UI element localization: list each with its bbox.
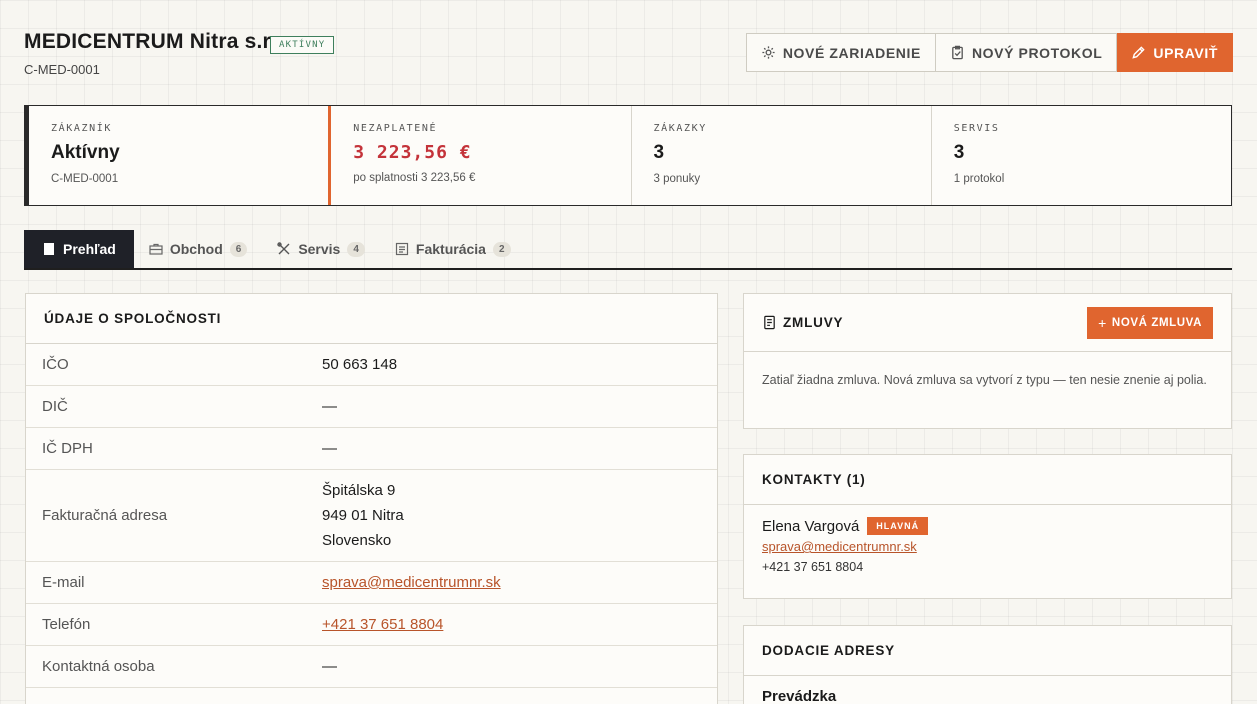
new-protocol-button[interactable]: NOVÝ PROTOKOL [935, 33, 1118, 72]
pencil-icon [1132, 46, 1146, 59]
address-name: Prevádzka [762, 688, 837, 704]
delivery-addresses-panel: DODACIE ADRESY Prevádzka [743, 625, 1232, 704]
stat-customer: ZÁKAZNÍK Aktívny C-MED-0001 [25, 106, 328, 205]
field-label: IČO [42, 356, 69, 373]
stat-label: NEZAPLATENÉ [353, 123, 438, 134]
tools-icon [277, 242, 290, 255]
panel-title: ÚDAJE O SPOLOČNOSTI [26, 294, 717, 344]
stat-label: ZÁKAZNÍK [51, 123, 112, 134]
panel-title: ZMLUVY [783, 315, 844, 330]
tab-label: Obchod [169, 241, 223, 257]
tab-count: 6 [229, 241, 248, 257]
field-label: Telefón [42, 616, 91, 633]
tab-service[interactable]: Servis 4 [262, 230, 380, 268]
tab-business[interactable]: Obchod 6 [134, 230, 262, 268]
summary-stats: ZÁKAZNÍK Aktívny C-MED-0001 NEZAPLATENÉ … [24, 105, 1232, 206]
field-value: — [322, 440, 337, 457]
status-badge: AKTÍVNY [270, 36, 335, 54]
new-contract-label: NOVÁ ZMLUVA [1111, 316, 1202, 329]
table-row: Telefón +421 37 651 8804 [26, 604, 717, 646]
table-row: DIČ — [26, 386, 717, 428]
stat-sub: C-MED-0001 [51, 173, 119, 185]
stat-value: 3 [953, 142, 965, 163]
stat-unpaid: NEZAPLATENÉ 3 223,56 € po splatnosti 3 2… [328, 106, 630, 205]
header-actions: NOVÉ ZARIADENIE NOVÝ PROTOKOL UPRAVIŤ [745, 33, 1233, 72]
field-label: E-mail [42, 574, 85, 591]
plus-icon: + [1098, 314, 1107, 331]
contract-icon [764, 315, 775, 330]
table-row: IČO 50 663 148 [26, 344, 717, 386]
stat-value: 3 [653, 142, 665, 163]
customer-code: C-MED-0001 [24, 62, 100, 77]
new-contract-button[interactable]: + NOVÁ ZMLUVA [1087, 306, 1213, 339]
new-protocol-label: NOVÝ PROTOKOL [971, 44, 1103, 61]
billing-address: Špitálska 9 949 01 Nitra Slovensko [322, 478, 404, 553]
tab-count: 4 [347, 241, 365, 257]
tab-label: Prehľad [63, 241, 116, 257]
tab-label: Servis [298, 241, 341, 257]
stat-sub: 3 ponuky [653, 173, 701, 185]
address-line: Špitálska 9 [322, 482, 396, 499]
panel-title: KONTAKTY (1) [744, 455, 1231, 505]
primary-badge: HLAVNÁ [867, 517, 929, 535]
stat-label: SERVIS [953, 123, 1000, 134]
table-row: IČ DPH — [26, 428, 717, 470]
table-row: E-mail sprava@medicentrumnr.sk [26, 562, 717, 604]
document-icon [44, 243, 54, 255]
contact-phone: +421 37 651 8804 [762, 560, 864, 574]
stat-label: ZÁKAZKY [653, 123, 707, 134]
table-row: Kontaktná osoba — [26, 646, 717, 688]
stat-sub: 1 protokol [953, 173, 1005, 185]
panel-title: DODACIE ADRESY [744, 626, 1231, 676]
contact-name: Elena Vargová [762, 517, 860, 535]
edit-button[interactable]: UPRAVIŤ [1117, 33, 1233, 72]
stat-sub: po splatnosti 3 223,56 € [353, 172, 476, 184]
field-value: — [322, 658, 337, 675]
address-line: Slovensko [322, 532, 392, 549]
stat-service: SERVIS 3 1 protokol [930, 106, 1231, 205]
tab-count: 2 [492, 241, 511, 257]
field-label: Fakturačná adresa [42, 507, 168, 524]
clipboard-icon [952, 45, 963, 60]
stat-value: Aktívny [51, 142, 120, 163]
invoice-icon [395, 242, 409, 256]
contact-email-link[interactable]: sprava@medicentrumnr.sk [762, 539, 1213, 554]
phone-link[interactable]: +421 37 651 8804 [322, 616, 443, 633]
empty-state-text: Zatiaľ žiadna zmluva. Nová zmluva sa vyt… [762, 373, 1207, 387]
field-label: IČ DPH [42, 440, 93, 457]
field-label: DIČ [42, 398, 68, 415]
page-title: MEDICENTRUM Nitra s.r.o. [24, 30, 295, 53]
stat-value: 3 223,56 € [353, 142, 472, 163]
new-device-button[interactable]: NOVÉ ZARIADENIE [745, 33, 936, 72]
tab-label: Fakturácia [415, 241, 486, 257]
contacts-panel: KONTAKTY (1) Elena Vargová HLAVNÁ sprava… [743, 454, 1232, 599]
email-link[interactable]: sprava@medicentrumnr.sk [322, 574, 501, 591]
field-value: 50 663 148 [322, 356, 398, 373]
contracts-header: ZMLUVY + NOVÁ ZMLUVA [744, 294, 1231, 352]
page-header: MEDICENTRUM Nitra s.r.o. AKTÍVNY C-MED-0… [24, 28, 1233, 88]
tab-bar: Prehľad Obchod 6 Servis 4 Fakturácia 2 [24, 230, 1232, 270]
address-line: 949 01 Nitra [322, 507, 404, 524]
contracts-panel: ZMLUVY + NOVÁ ZMLUVA Zatiaľ žiadna zmluv… [743, 293, 1232, 429]
field-value: — [322, 398, 337, 415]
company-info-panel: ÚDAJE O SPOLOČNOSTI IČO 50 663 148 DIČ —… [25, 293, 718, 704]
new-device-label: NOVÉ ZARIADENIE [782, 44, 921, 61]
briefcase-icon [149, 243, 163, 255]
tab-overview[interactable]: Prehľad [24, 230, 134, 268]
stat-orders: ZÁKAZKY 3 3 ponuky [630, 106, 931, 205]
field-label: Kontaktná osoba [42, 658, 155, 675]
tab-invoicing[interactable]: Fakturácia 2 [380, 230, 526, 268]
list-item: Elena Vargová HLAVNÁ sprava@medicentrumn… [744, 505, 1231, 586]
gear-icon [762, 46, 775, 59]
table-row: Fakturačná adresa Špitálska 9 949 01 Nit… [26, 470, 717, 562]
edit-label: UPRAVIŤ [1153, 44, 1218, 61]
